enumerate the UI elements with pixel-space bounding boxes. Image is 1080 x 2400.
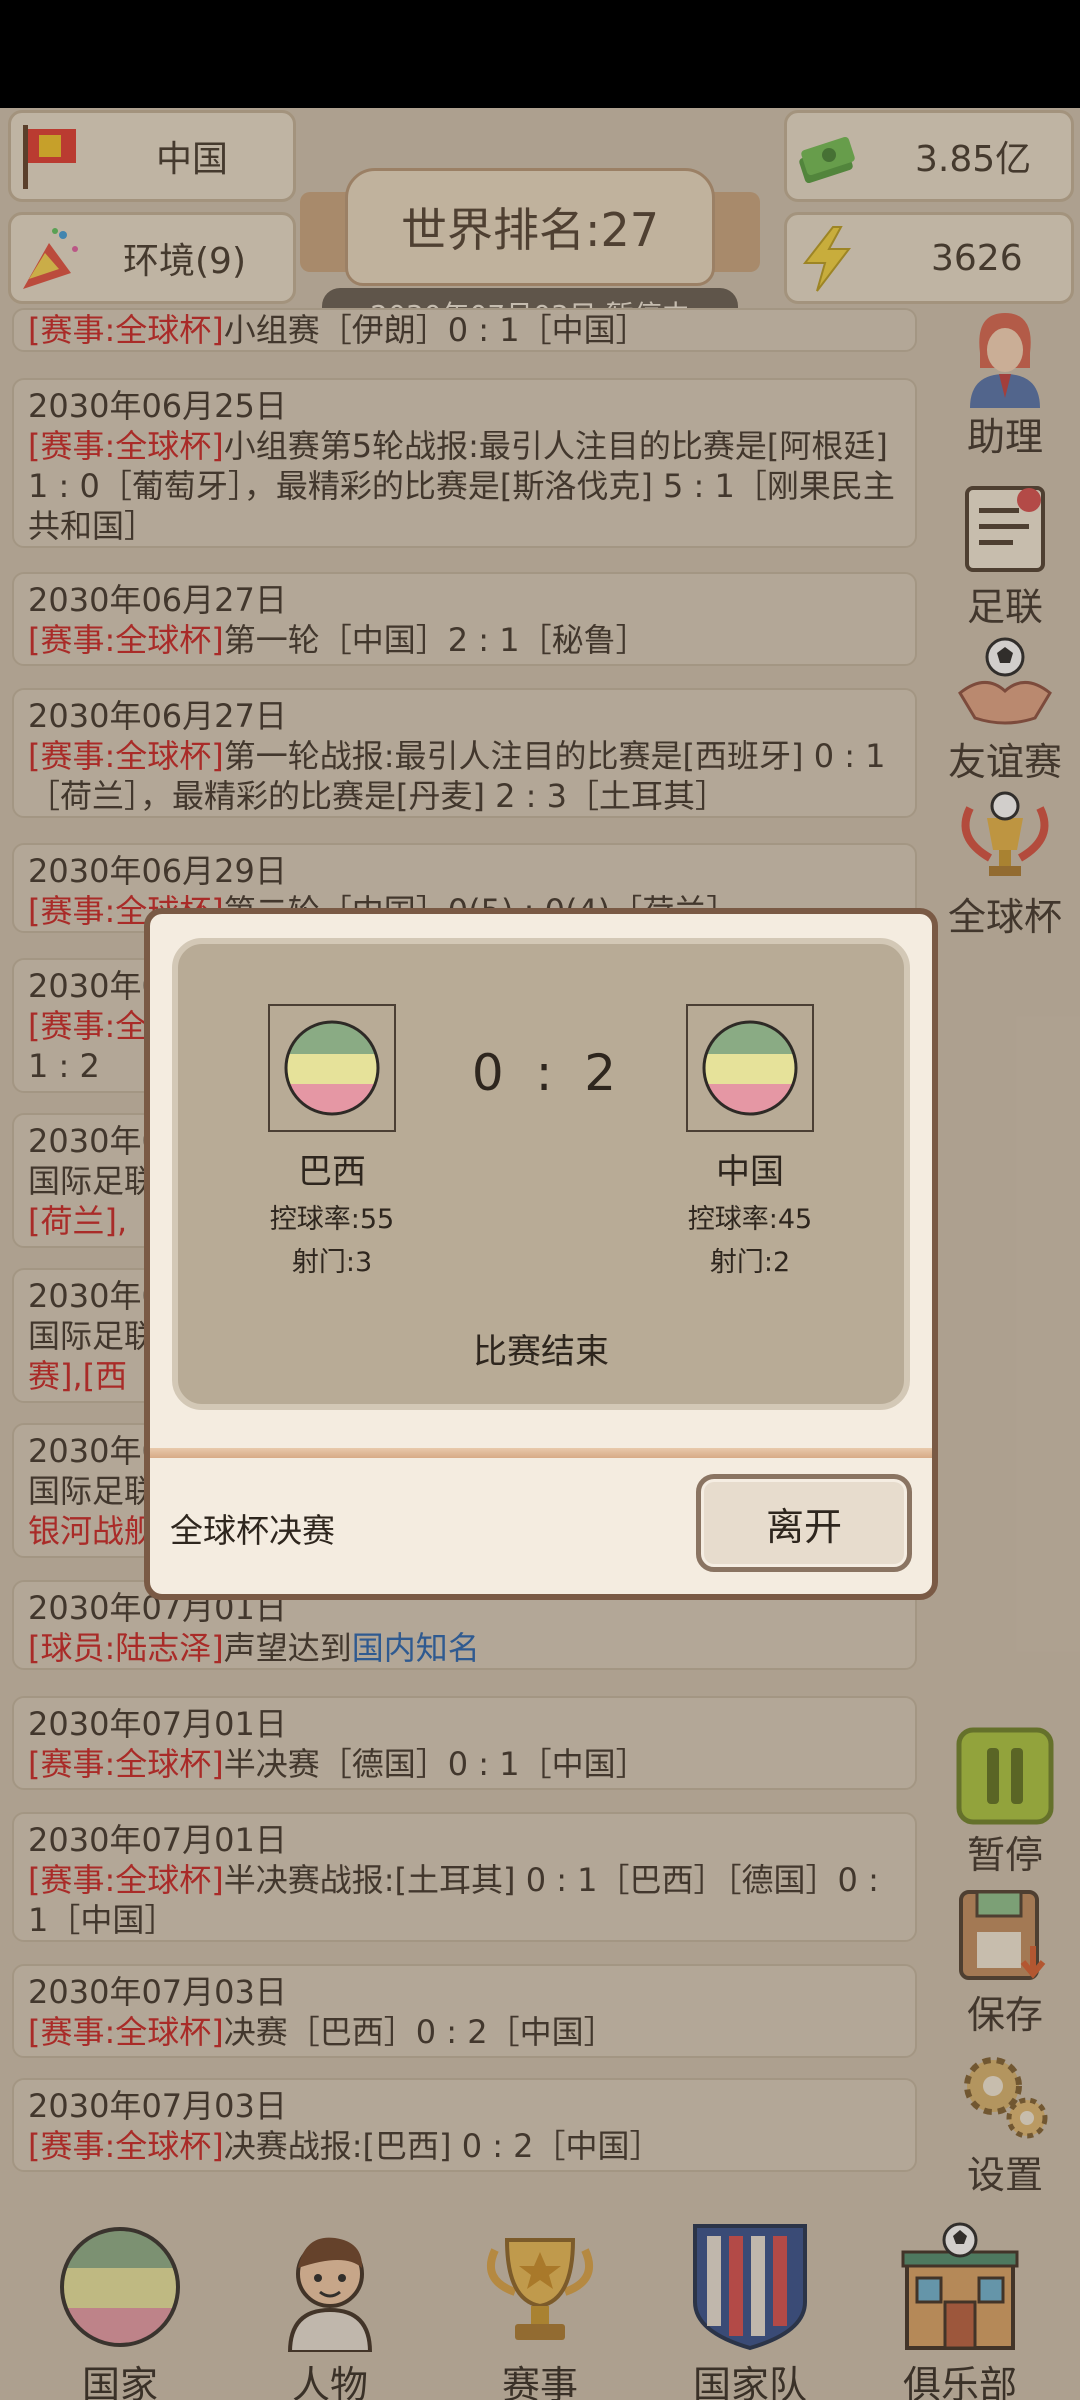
home-shots: 射门:3	[291, 1247, 373, 1278]
match-status: 比赛结束	[473, 1332, 609, 1372]
away-team-name: 中国	[716, 1152, 784, 1192]
match-result-dialog: 巴西 控球率:55 射门:3 0 : 2 中国 控球率:45 射门:2 比赛结束…	[144, 908, 938, 1600]
team-flag-icon	[702, 1020, 798, 1116]
game-screen: 中国 环境(9) 3.85亿 3626 世界排名:27 2030年07月03日 …	[0, 108, 1080, 2400]
home-possession: 控球率:55	[269, 1204, 395, 1235]
home-team-flag	[268, 1004, 396, 1132]
leave-button[interactable]: 离开	[696, 1474, 912, 1572]
away-team-flag	[686, 1004, 814, 1132]
away-possession: 控球率:45	[687, 1204, 813, 1235]
divider	[150, 1448, 932, 1458]
match-title: 全球杯决赛	[170, 1511, 335, 1550]
away-team: 中国 控球率:45 射门:2	[630, 1004, 870, 1279]
match-score: 0 : 2	[471, 1044, 625, 1102]
away-shots: 射门:2	[709, 1247, 791, 1278]
home-team: 巴西 控球率:55 射门:3	[212, 1004, 452, 1279]
team-flag-icon	[284, 1020, 380, 1116]
home-team-name: 巴西	[298, 1152, 366, 1192]
match-result-panel: 巴西 控球率:55 射门:3 0 : 2 中国 控球率:45 射门:2 比赛结束	[172, 938, 910, 1410]
